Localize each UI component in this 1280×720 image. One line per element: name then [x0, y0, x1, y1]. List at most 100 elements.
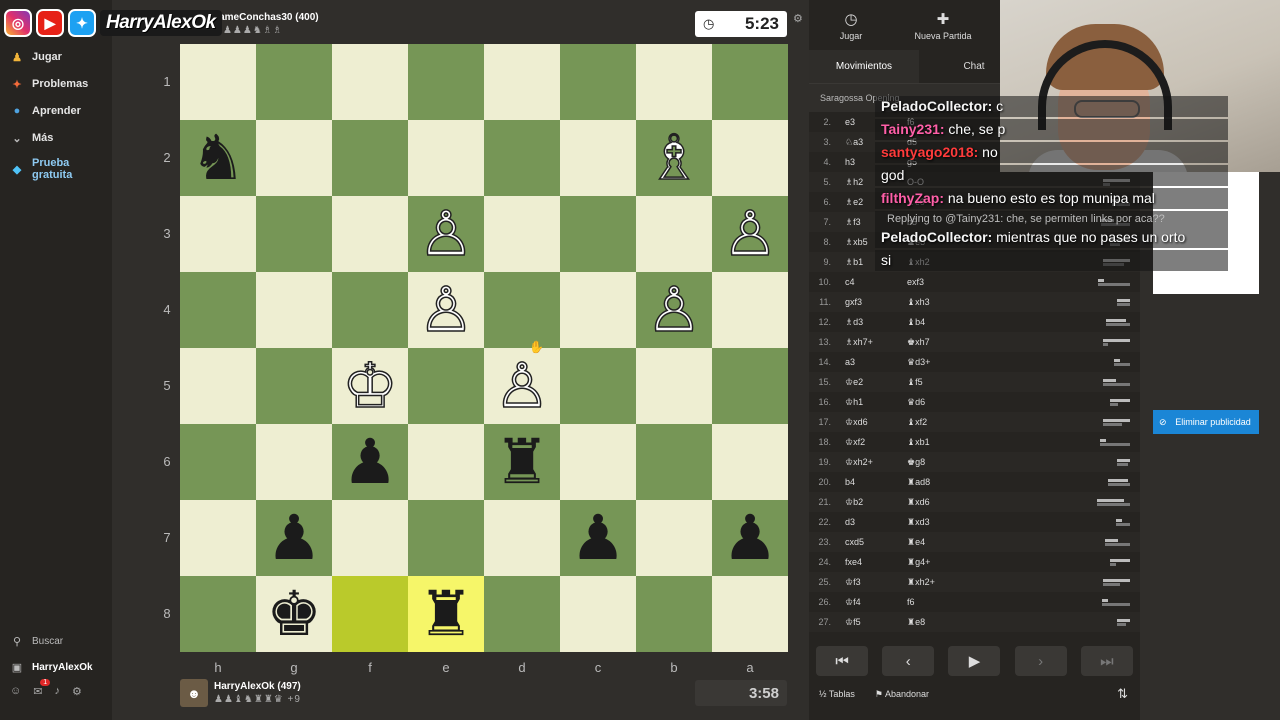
board-square-b4[interactable]: ♙: [636, 272, 712, 348]
white-move[interactable]: gxf3: [839, 297, 903, 307]
white-move[interactable]: ♔xf2: [839, 437, 903, 448]
chess-piece[interactable]: ♟: [342, 431, 398, 493]
white-move[interactable]: ♔b2: [839, 497, 903, 508]
black-move[interactable]: ♜g4+: [903, 557, 967, 568]
board-square-c8[interactable]: [560, 576, 636, 652]
white-move[interactable]: b4: [839, 477, 903, 487]
white-move[interactable]: fxe4: [839, 557, 903, 567]
white-move[interactable]: ♗xh7+: [839, 337, 903, 348]
board-settings-icon[interactable]: ⚙: [793, 12, 803, 25]
black-move[interactable]: ♜xd3: [903, 517, 967, 528]
chess-piece[interactable]: ♚: [266, 583, 322, 645]
next-move-button[interactable]: ›: [1014, 646, 1067, 676]
nav-item-jugar[interactable]: ♟ Jugar: [0, 44, 112, 70]
board-square-e6[interactable]: [408, 424, 484, 500]
board-square-e4[interactable]: ♙: [408, 272, 484, 348]
tab-movimientos[interactable]: Movimientos: [809, 50, 919, 83]
board-square-h2[interactable]: ♞: [180, 120, 256, 196]
black-move[interactable]: ♝f5: [903, 377, 967, 388]
board-square-d7[interactable]: [484, 500, 560, 576]
chess-piece[interactable]: ♟: [266, 507, 322, 569]
board-square-d1[interactable]: [484, 44, 560, 120]
white-move[interactable]: ♔e2: [839, 377, 903, 388]
board-square-b7[interactable]: [636, 500, 712, 576]
chess-piece[interactable]: ♗: [645, 126, 702, 190]
flip-board-icon[interactable]: ⇅: [1117, 686, 1128, 702]
board-square-h3[interactable]: [180, 196, 256, 272]
white-move[interactable]: c4: [839, 277, 903, 287]
board-square-b2[interactable]: ♗: [636, 120, 712, 196]
board-square-f3[interactable]: [332, 196, 408, 272]
chess-piece[interactable]: ♙: [417, 202, 474, 266]
board-square-f4[interactable]: [332, 272, 408, 348]
board-square-a1[interactable]: [712, 44, 788, 120]
board-square-a5[interactable]: [712, 348, 788, 424]
chess-piece[interactable]: ♜: [418, 583, 474, 645]
board-square-f2[interactable]: [332, 120, 408, 196]
user-profile-link[interactable]: ▣ HarryAlexOk: [0, 654, 112, 680]
board-square-g6[interactable]: [256, 424, 332, 500]
board-square-e5[interactable]: [408, 348, 484, 424]
board-square-c6[interactable]: [560, 424, 636, 500]
chess-piece[interactable]: ♙: [721, 202, 778, 266]
previous-move-button[interactable]: ‹: [882, 646, 935, 676]
last-move-button[interactable]: ⏭: [1080, 646, 1133, 676]
black-move[interactable]: ♜e4: [903, 537, 967, 548]
board-square-b6[interactable]: [636, 424, 712, 500]
board-square-g1[interactable]: [256, 44, 332, 120]
board-square-c3[interactable]: [560, 196, 636, 272]
board-square-f8[interactable]: [332, 576, 408, 652]
black-move[interactable]: ♜xh2+: [903, 577, 967, 588]
board-square-f5[interactable]: ♔: [332, 348, 408, 424]
black-move[interactable]: ♝b4: [903, 317, 967, 328]
bottom-player-name[interactable]: HarryAlexOk (497): [214, 681, 301, 692]
chess-piece[interactable]: ♙: [493, 354, 550, 418]
board-square-a8[interactable]: [712, 576, 788, 652]
chess-piece[interactable]: ♙: [417, 278, 474, 342]
chess-board[interactable]: ♞ ♗ ♙ ♙ ♙ ♙ ♔ ♙ ♟ ♜ ♟ ♟ ♟ ♚ ♜: [180, 44, 788, 652]
white-move[interactable]: d3: [839, 517, 903, 527]
nav-item-trial[interactable]: ◆ Prueba gratuita: [0, 152, 112, 186]
tab-jugar[interactable]: ◷ Jugar: [809, 0, 893, 50]
board-square-d3[interactable]: [484, 196, 560, 272]
bell-icon[interactable]: ♪: [54, 685, 60, 697]
board-square-c5[interactable]: [560, 348, 636, 424]
white-move[interactable]: ♔f3: [839, 577, 903, 588]
chess-piece[interactable]: ♟: [722, 507, 778, 569]
play-button[interactable]: ▶: [948, 646, 1001, 676]
board-square-e8[interactable]: ♜: [408, 576, 484, 652]
board-square-h8[interactable]: [180, 576, 256, 652]
board-square-b5[interactable]: [636, 348, 712, 424]
board-square-e3[interactable]: ♙: [408, 196, 484, 272]
black-move[interactable]: ♛d3+: [903, 357, 967, 368]
black-move[interactable]: ♝xh3: [903, 297, 967, 308]
board-square-d2[interactable]: [484, 120, 560, 196]
board-square-e2[interactable]: [408, 120, 484, 196]
board-square-g5[interactable]: [256, 348, 332, 424]
board-square-h6[interactable]: [180, 424, 256, 500]
white-move[interactable]: ♔f4: [839, 597, 903, 608]
board-square-c4[interactable]: [560, 272, 636, 348]
board-square-f6[interactable]: ♟: [332, 424, 408, 500]
black-move[interactable]: f6: [903, 597, 967, 607]
chess-piece[interactable]: ♔: [341, 354, 398, 418]
white-move[interactable]: ♔f5: [839, 617, 903, 628]
search-button[interactable]: ⚲ Buscar: [0, 628, 112, 654]
nav-item-aprender[interactable]: ● Aprender: [0, 98, 112, 124]
board-square-f7[interactable]: [332, 500, 408, 576]
nav-item-mas[interactable]: ⌄ Más: [0, 125, 112, 151]
friends-icon[interactable]: ☺: [10, 685, 21, 697]
nav-item-problemas[interactable]: ✦ Problemas: [0, 71, 112, 97]
board-square-h5[interactable]: [180, 348, 256, 424]
black-move[interactable]: exf3: [903, 277, 967, 287]
board-square-a4[interactable]: [712, 272, 788, 348]
chess-piece[interactable]: ♙: [645, 278, 702, 342]
black-move[interactable]: ♝xb1: [903, 437, 967, 448]
messages-icon[interactable]: ✉ 1: [33, 678, 51, 698]
white-move[interactable]: ♗d3: [839, 317, 903, 328]
black-move[interactable]: ♝xf2: [903, 417, 967, 428]
board-square-a3[interactable]: ♙: [712, 196, 788, 272]
board-square-g7[interactable]: ♟: [256, 500, 332, 576]
resign-button[interactable]: ⚑ Abandonar: [875, 689, 929, 700]
black-move[interactable]: ♚xh7: [903, 337, 967, 348]
